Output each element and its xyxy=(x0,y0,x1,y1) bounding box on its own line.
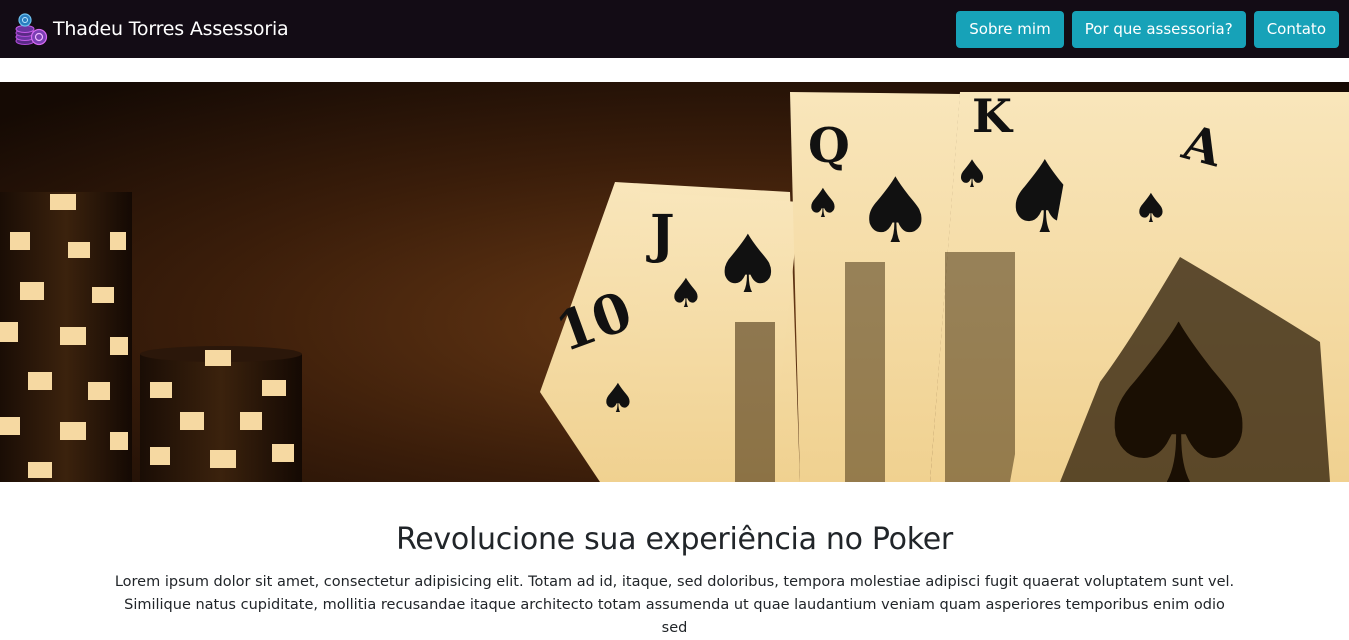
svg-text:♠: ♠ xyxy=(855,159,936,264)
svg-text:♠: ♠ xyxy=(712,218,784,311)
svg-text:♠: ♠ xyxy=(668,271,704,317)
svg-text:Q: Q xyxy=(808,118,850,174)
navbar: Thadeu Torres Assessoria Sobre mim Por q… xyxy=(0,0,1349,58)
sobre-mim-button[interactable]: Sobre mim xyxy=(956,11,1064,48)
por-que-assessoria-button[interactable]: Por que assessoria? xyxy=(1071,11,1246,48)
svg-text:♠: ♠ xyxy=(805,181,841,227)
nav-buttons: Sobre mim Por que assessoria? Contato xyxy=(956,11,1339,48)
brand-name: Thadeu Torres Assessoria xyxy=(53,18,289,40)
chip-stack-right xyxy=(140,346,302,482)
svg-text:♠: ♠ xyxy=(1133,186,1169,232)
intro-section: Revolucione sua experiência no Poker Lor… xyxy=(0,520,1349,640)
svg-text:♠: ♠ xyxy=(600,376,636,422)
brand-link[interactable]: Thadeu Torres Assessoria xyxy=(14,12,289,46)
svg-text:J: J xyxy=(646,204,675,265)
chip-stack-left xyxy=(0,192,132,482)
intro-paragraph: Lorem ipsum dolor sit amet, consectetur … xyxy=(114,574,1235,636)
svg-text:K: K xyxy=(972,89,1014,143)
page-title: Revolucione sua experiência no Poker xyxy=(396,522,953,557)
hero-image: 10 ♠ J ♠ ♠ Q ♠ ♠ K ♠ ♠ A ♠ ♠ xyxy=(0,82,1349,482)
svg-text:♠: ♠ xyxy=(955,152,989,196)
svg-text:♠: ♠ xyxy=(1080,278,1277,482)
contato-button[interactable]: Contato xyxy=(1253,11,1339,48)
poker-chips-icon xyxy=(15,13,48,46)
